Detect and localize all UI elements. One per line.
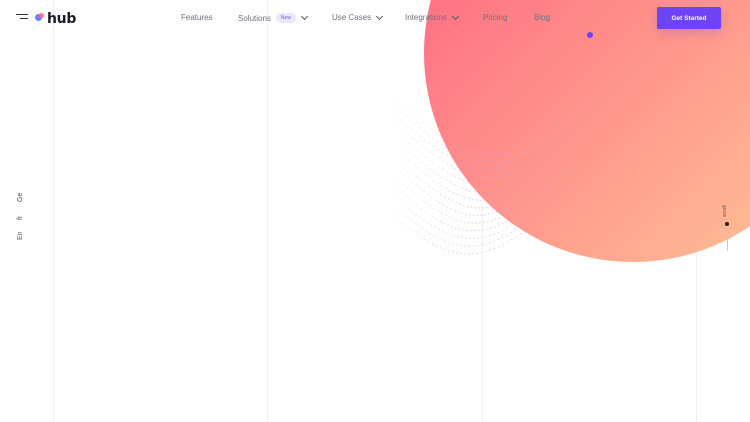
nav-label: Integrations [405, 13, 447, 22]
nav-label: Pricing [483, 13, 508, 22]
language-option-en[interactable]: En [17, 231, 24, 240]
chevron-down-icon [451, 12, 459, 20]
nav-item-blog[interactable]: Blog [534, 13, 550, 22]
grid-line [267, 0, 268, 422]
nav-item-use-cases[interactable]: Use Cases [332, 12, 384, 22]
chevron-down-icon [300, 12, 308, 21]
nav-label: Blog [534, 13, 551, 22]
nav-item-pricing[interactable]: Pricing [483, 13, 507, 22]
language-option-fr[interactable]: fr [17, 216, 24, 220]
grid-line [53, 0, 54, 422]
language-option-ge[interactable]: Ge [17, 193, 24, 202]
language-switcher: En fr Ge [13, 186, 33, 246]
new-badge: New [275, 13, 296, 23]
chevron-down-icon [376, 12, 384, 20]
logo-text: hub [47, 11, 77, 27]
nav-item-features[interactable]: Features [181, 13, 213, 22]
nav-label: Solutions [238, 13, 271, 23]
logo[interactable]: hub [35, 11, 76, 27]
scroll-line [726, 226, 728, 251]
nav-label: Features [181, 13, 213, 22]
dotted-wave-graphic [393, 99, 582, 255]
top-navigation: hub Features Solutions New Use Cases Int… [0, 0, 750, 38]
nav-label: Use Cases [332, 13, 372, 22]
scroll-indicator[interactable]: scroll [720, 203, 734, 251]
nav-item-integrations[interactable]: Integrations [405, 12, 459, 22]
landing-page: hub Features Solutions New Use Cases Int… [0, 0, 750, 422]
scroll-label: scroll [722, 205, 728, 217]
get-started-button[interactable]: Get Started [657, 7, 721, 29]
logo-mark-icon [35, 13, 45, 25]
hamburger-menu-icon[interactable] [16, 14, 28, 23]
nav-item-solutions[interactable]: Solutions New [238, 12, 308, 23]
